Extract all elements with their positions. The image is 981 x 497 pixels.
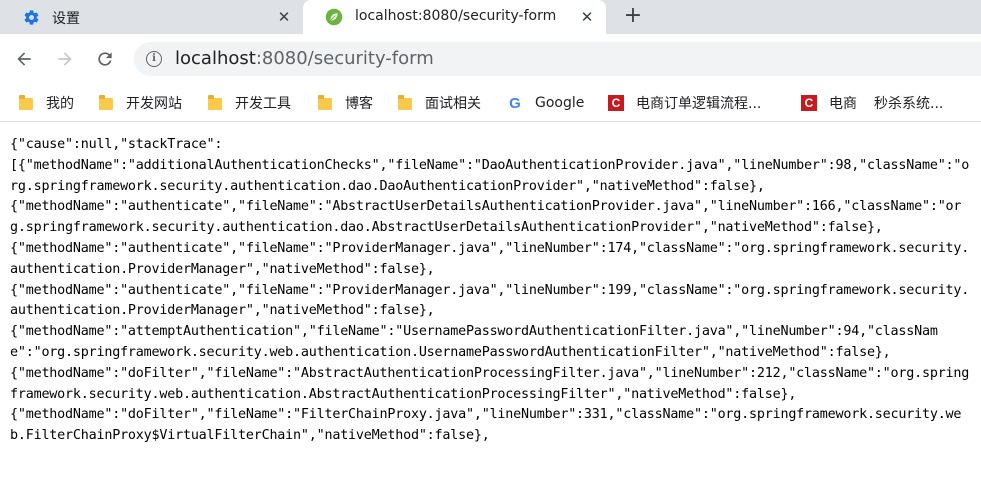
tab-title: 设置: [52, 11, 80, 27]
url-host: localhost: [175, 48, 256, 69]
csdn-icon: C: [608, 95, 624, 111]
tab-settings[interactable]: 设置 ✕: [0, 0, 303, 34]
bookmark-blog[interactable]: 博客: [317, 92, 373, 114]
bookmark-label: 我的: [46, 96, 74, 112]
bookmark-my[interactable]: 我的: [18, 92, 74, 114]
info-icon[interactable]: i: [146, 51, 162, 67]
bookmark-seckill[interactable]: 秒杀系统...: [874, 92, 943, 114]
tab-security-form[interactable]: localhost:8080/security-form ✕: [303, 0, 606, 34]
folder-icon: [397, 95, 413, 111]
bookmark-label: 博客: [345, 96, 373, 112]
tab-strip: 设置 ✕ localhost:8080/security-form ✕ +: [0, 0, 981, 34]
bookmark-label: 面试相关: [425, 96, 481, 112]
close-tab-button[interactable]: ✕: [578, 8, 596, 26]
folder-icon: [207, 95, 223, 111]
page-content: {"cause":null,"stackTrace": [{"methodNam…: [0, 122, 981, 497]
bookmarks-bar: 我的 开发网站 开发工具 博客 面试相关 G Google C 电商订单逻辑流程…: [0, 84, 981, 122]
bookmark-order-flow[interactable]: C 电商订单逻辑流程...: [608, 92, 761, 114]
bookmark-label: 电商: [829, 96, 857, 112]
bookmark-label: Google: [535, 95, 585, 111]
bookmark-label: 开发工具: [235, 96, 291, 112]
arrow-right-icon: [58, 52, 72, 66]
browser-toolbar: i localhost:8080/security-form: [0, 34, 981, 84]
folder-icon: [317, 95, 333, 111]
tab-title: localhost:8080/security-form: [355, 8, 557, 24]
close-tab-button[interactable]: ✕: [275, 8, 293, 26]
folder-icon: [18, 95, 34, 111]
json-response-text: {"cause":null,"stackTrace": [{"methodNam…: [10, 137, 970, 444]
new-tab-button[interactable]: +: [622, 5, 644, 27]
spring-leaf-icon: [325, 8, 343, 26]
reload-button[interactable]: [93, 47, 117, 71]
csdn-icon: C: [801, 95, 817, 111]
google-icon: G: [509, 94, 521, 112]
arrow-left-icon: [17, 52, 31, 66]
bookmark-google[interactable]: G Google: [507, 92, 584, 114]
url-path: :8080/security-form: [255, 48, 434, 69]
bookmark-label: 开发网站: [126, 96, 182, 112]
bookmark-dev-tools[interactable]: 开发工具: [207, 92, 291, 114]
bookmark-dev-sites[interactable]: 开发网站: [98, 92, 182, 114]
gear-icon: [22, 8, 40, 26]
bookmark-ecommerce[interactable]: C 电商: [801, 92, 857, 114]
url-text[interactable]: localhost:8080/security-form: [175, 48, 434, 69]
back-button[interactable]: [12, 47, 36, 71]
bookmark-label: 电商订单逻辑流程...: [636, 96, 762, 112]
bookmark-label: 秒杀系统...: [874, 96, 944, 112]
forward-button[interactable]: [53, 47, 77, 71]
folder-icon: [98, 95, 114, 111]
address-bar[interactable]: i localhost:8080/security-form: [134, 42, 981, 76]
reload-icon: [98, 52, 112, 66]
bookmark-interview[interactable]: 面试相关: [397, 92, 481, 114]
